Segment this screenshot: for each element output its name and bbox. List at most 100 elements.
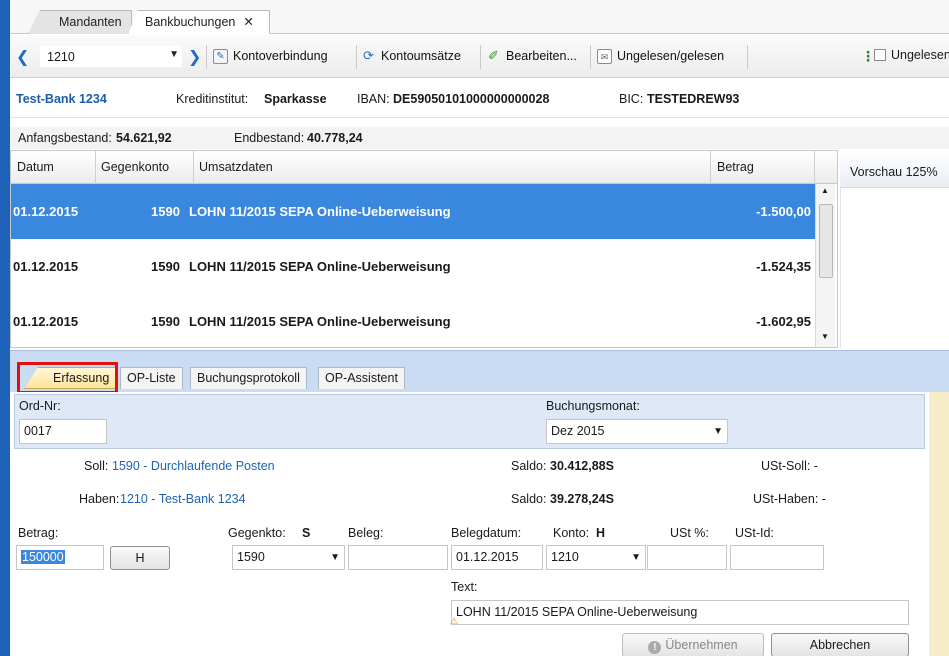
tab-mandanten[interactable]: Mandanten <box>28 10 132 34</box>
bearbeiten-button[interactable]: ✐ Bearbeiten... <box>486 46 577 68</box>
konto-select[interactable]: 1210 ▼ <box>546 545 646 570</box>
next-icon[interactable]: ❯ <box>188 50 201 66</box>
column-header-umsatzdaten[interactable]: Umsatzdaten <box>199 160 273 174</box>
row-amount: -1.524,35 <box>756 259 811 274</box>
haben-account-link[interactable]: 1210 - Test-Bank 1234 <box>120 492 246 506</box>
beleg-label: Beleg: <box>348 526 384 540</box>
betrag-value: 150000 <box>21 550 65 564</box>
form-header-panel: Ord-Nr: 0017 Buchungsmonat: Dez 2015 ▼ <box>14 394 925 449</box>
toolbar-separator <box>356 45 357 69</box>
beleg-input[interactable] <box>348 545 448 570</box>
table-row[interactable]: 01.12.2015 1590 LOHN 11/2015 SEPA Online… <box>11 184 815 239</box>
ust-id-label: USt-Id: <box>735 526 774 540</box>
saldo-haben-label: Saldo: <box>511 492 547 506</box>
tab-bankbuchungen[interactable]: Bankbuchungen ✕ <box>128 10 270 34</box>
info-icon: ! <box>648 641 662 654</box>
soll-label: Soll: <box>84 459 109 473</box>
chevron-down-icon: ▼ <box>169 49 179 60</box>
betrag-input[interactable]: 150000 <box>16 545 104 570</box>
konto-value: 1210 <box>551 550 579 564</box>
saldo-soll-label: Saldo: <box>511 459 547 473</box>
column-header-gegenkonto[interactable]: Gegenkonto <box>101 160 169 174</box>
kontoumsaetze-button[interactable]: ⟳ Kontoumsätze <box>361 46 461 68</box>
ust-id-input[interactable] <box>730 545 824 570</box>
cancel-button[interactable]: Abbrechen <box>771 633 909 656</box>
scroll-up-icon[interactable]: ▲ <box>821 186 829 195</box>
entry-form: Ord-Nr: 0017 Buchungsmonat: Dez 2015 ▼ S… <box>10 392 949 656</box>
gegenkto-side: S <box>302 526 311 540</box>
start-balance-value: 54.621,92 <box>116 131 172 145</box>
toolbar-separator <box>206 45 207 69</box>
button-label: Bearbeiten... <box>506 49 577 63</box>
envelope-icon: ✉ <box>597 49 612 64</box>
accept-button[interactable]: ! Übernehmen <box>622 633 764 656</box>
toolbar: ❮ 1210 ▼ ❯ ✎ Kontoverbindung ⟳ Kontoumsä… <box>10 35 949 78</box>
toolbar-separator <box>480 45 481 69</box>
accept-button-label: Übernehmen <box>665 638 738 652</box>
column-divider <box>710 151 711 184</box>
column-header-betrag[interactable]: Betrag <box>717 160 754 174</box>
close-icon[interactable]: ✕ <box>243 15 253 29</box>
bic-label: BIC: <box>619 92 644 106</box>
preview-body <box>840 188 949 348</box>
ust-pct-label: USt %: <box>670 526 709 540</box>
soll-account-link[interactable]: 1590 - Durchlaufende Posten <box>112 459 275 473</box>
pen-icon: ✐ <box>488 48 499 63</box>
table-scrollbar[interactable]: ▲ ▼ <box>815 184 835 347</box>
tab-label: Bankbuchungen <box>145 15 236 29</box>
end-balance-label: Endbestand: <box>234 131 305 145</box>
row-text: LOHN 11/2015 SEPA Online-Ueberweisung <box>189 259 451 274</box>
ord-nr-label: Ord-Nr: <box>19 399 61 413</box>
gegenkto-select[interactable]: 1590 ▼ <box>232 545 345 570</box>
account-select[interactable]: 1210 ▼ <box>40 46 182 67</box>
betrag-label: Betrag: <box>18 526 59 540</box>
preview-label: Vorschau 125% <box>850 165 938 179</box>
previous-icon[interactable]: ❮ <box>16 50 29 66</box>
gegenkto-value: 1590 <box>237 550 265 564</box>
scrollbar-thumb[interactable] <box>819 204 833 278</box>
row-account: 1590 <box>151 259 180 274</box>
table-row[interactable]: 01.12.2015 1590 LOHN 11/2015 SEPA Online… <box>11 239 815 294</box>
tab-op-liste[interactable]: OP-Liste <box>120 367 183 389</box>
buchungsmonat-label: Buchungsmonat: <box>546 399 640 413</box>
column-header-datum[interactable]: Datum <box>17 160 54 174</box>
row-account: 1590 <box>151 314 180 329</box>
chevron-down-icon: ▼ <box>713 426 723 437</box>
tab-label: OP-Assistent <box>325 371 398 385</box>
button-label: Kontoumsätze <box>381 49 461 63</box>
preview-panel: Vorschau 125% <box>840 150 949 348</box>
tab-label: OP-Liste <box>127 371 176 385</box>
refresh-icon: ⟳ <box>363 48 374 63</box>
konto-side: H <box>596 526 606 540</box>
tab-buchungsprotokoll[interactable]: Buchungsprotokoll <box>190 367 307 389</box>
row-text: LOHN 11/2015 SEPA Online-Ueberweisung <box>189 204 451 219</box>
scroll-down-icon[interactable]: ▼ <box>821 332 829 341</box>
institute-value: Sparkasse <box>264 92 327 106</box>
row-amount: -1.602,95 <box>756 314 811 329</box>
ust-soll-label: USt-Soll: - <box>761 459 818 473</box>
ust-pct-input[interactable] <box>647 545 727 570</box>
table-row[interactable]: 01.12.2015 1590 LOHN 11/2015 SEPA Online… <box>11 294 815 349</box>
buchungsmonat-select[interactable]: Dez 2015 ▼ <box>546 419 728 444</box>
document-tab-bar: Mandanten Bankbuchungen ✕ <box>10 0 949 34</box>
iban-label: IBAN: <box>357 92 390 106</box>
column-divider <box>814 151 815 184</box>
ord-nr-input[interactable]: 0017 <box>19 419 107 444</box>
ungelesen-checkbox[interactable] <box>874 49 886 61</box>
overflow-grip-icon[interactable]: ⋮ <box>861 48 875 65</box>
tab-op-assistent[interactable]: OP-Assistent <box>318 367 405 389</box>
tab-label: Mandanten <box>59 15 122 29</box>
start-balance-label: Anfangsbestand: <box>18 131 112 145</box>
saldo-soll-value: 30.412,88S <box>550 459 614 473</box>
ungelesen-gelesen-button[interactable]: ✉ Ungelesen/gelesen <box>597 46 724 68</box>
iban-value: DE59050101000000000028 <box>393 92 550 106</box>
bank-info-header: Test-Bank 1234 Kreditinstitut: Sparkasse… <box>10 78 949 118</box>
chevron-down-icon: ▼ <box>631 552 641 563</box>
soll-haben-toggle-button[interactable]: H <box>110 546 170 570</box>
text-input[interactable]: LOHN 11/2015 SEPA Online-Ueberweisung <box>451 600 909 625</box>
kontoverbindung-button[interactable]: ✎ Kontoverbindung <box>213 46 328 68</box>
text-label: Text: <box>451 580 478 594</box>
highlight-box <box>17 362 118 394</box>
belegdatum-input[interactable]: 01.12.2015 <box>451 545 543 570</box>
transactions-table: Datum Gegenkonto Umsatzdaten Betrag 01.1… <box>10 150 838 348</box>
